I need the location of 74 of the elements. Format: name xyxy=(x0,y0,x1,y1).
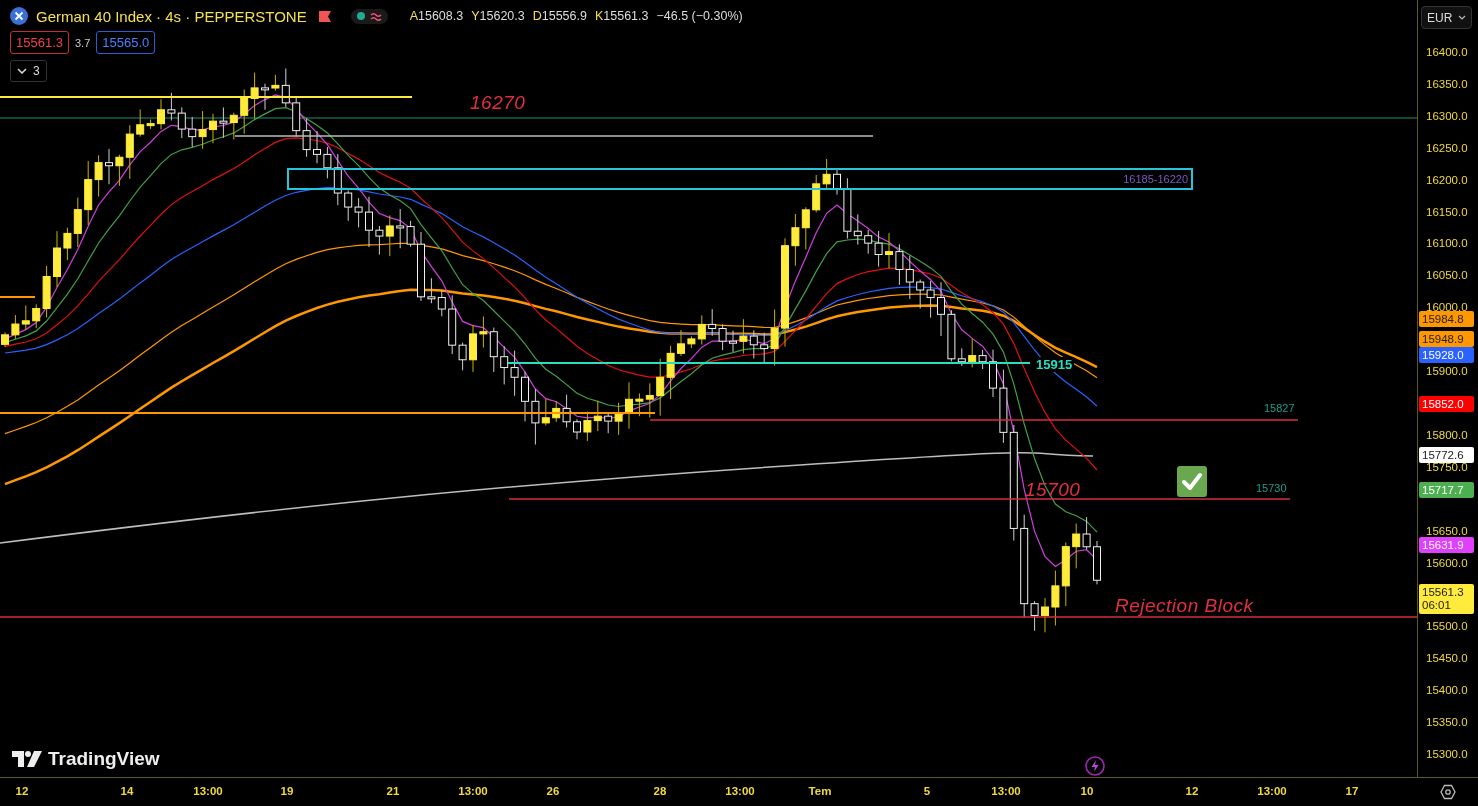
circle-x-icon[interactable] xyxy=(10,7,28,25)
time-label: 14 xyxy=(120,785,134,797)
price-label: 15350.0 xyxy=(1426,716,1468,729)
annotation-text: 16270 xyxy=(470,92,526,114)
price-label: 16100.0 xyxy=(1426,237,1468,250)
sell-button[interactable]: 15561.3 xyxy=(10,31,69,54)
symbol-title[interactable]: German 40 Index · 4s · PEPPERSTONE xyxy=(36,7,307,25)
time-label: 21 xyxy=(386,785,400,797)
time-label: 19 xyxy=(280,785,294,797)
time-label: 12 xyxy=(1185,785,1199,797)
ohlc-value: D15556.9 xyxy=(532,9,587,23)
horizontal-line xyxy=(0,296,36,298)
ohlc-value: Y15620.3 xyxy=(471,9,525,23)
dot-icon xyxy=(356,12,365,20)
price-badge: 15561.3 06:01 xyxy=(1419,584,1474,614)
level-note: 15730 xyxy=(1256,482,1287,494)
annotation-text: 15700 xyxy=(1025,479,1081,501)
time-label: Tem xyxy=(808,785,832,797)
zone-label: 16185-16220 xyxy=(1123,173,1189,185)
lightning-icon[interactable] xyxy=(1085,756,1105,776)
time-label: 17 xyxy=(1345,785,1359,797)
price-badge: 15717.7 xyxy=(1419,482,1474,498)
flag-icon[interactable] xyxy=(318,10,331,22)
brand-name: TradingView xyxy=(48,748,160,770)
price-change: −46.5 (−0.30%) xyxy=(656,9,743,23)
ohlc-value: K15561.3 xyxy=(594,9,649,23)
time-label: 5 xyxy=(923,785,931,797)
price-label: 16350.0 xyxy=(1426,77,1468,90)
settings-icon[interactable] xyxy=(1440,784,1456,800)
price-label: 15500.0 xyxy=(1426,620,1468,633)
wave-icon xyxy=(369,11,382,21)
level-label: 15915 xyxy=(1034,357,1075,372)
price-label: 16300.0 xyxy=(1426,109,1468,122)
spread-value: 3.7 xyxy=(75,36,91,49)
price-badge: 15772.6 xyxy=(1419,447,1474,463)
price-badge: 15928.0 xyxy=(1419,347,1474,363)
price-label: 15300.0 xyxy=(1426,748,1468,760)
price-badge: 15948.9 xyxy=(1419,331,1474,347)
price-label: 16050.0 xyxy=(1426,269,1468,282)
time-label: 13:00 xyxy=(193,785,223,797)
price-label: 16150.0 xyxy=(1426,205,1468,218)
currency-dropdown[interactable]: EUR xyxy=(1421,6,1472,29)
time-label: 12 xyxy=(15,785,29,797)
price-label: 15450.0 xyxy=(1426,652,1468,665)
time-label: 10 xyxy=(1080,785,1094,797)
price-label: 15800.0 xyxy=(1426,428,1468,441)
price-label: 16400.0 xyxy=(1426,46,1468,58)
price-label: 15400.0 xyxy=(1426,684,1468,697)
price-badge: 15631.9 xyxy=(1419,537,1474,553)
caret-icon xyxy=(17,68,27,74)
price-label: 16200.0 xyxy=(1426,173,1468,186)
price-label: 15600.0 xyxy=(1426,556,1468,569)
price-label: 16000.0 xyxy=(1426,301,1468,314)
buy-button[interactable]: 15565.0 xyxy=(96,31,156,54)
time-label: 13:00 xyxy=(1257,785,1287,797)
time-label: 13:00 xyxy=(725,785,755,797)
price-label: 15650.0 xyxy=(1426,524,1468,537)
time-label: 28 xyxy=(653,785,667,797)
price-badge: 15984.8 xyxy=(1419,311,1474,327)
caret-icon xyxy=(1458,15,1466,20)
tv-logo-icon xyxy=(12,751,42,767)
status-pill[interactable] xyxy=(350,8,388,24)
price-badge: 15852.0 xyxy=(1419,396,1474,412)
time-label: 13:00 xyxy=(458,785,488,797)
price-label: 15900.0 xyxy=(1426,365,1468,378)
level-note: 15827 xyxy=(1264,402,1295,414)
price-label: 16250.0 xyxy=(1426,141,1468,154)
time-label: 13:00 xyxy=(991,785,1021,797)
checkmark-icon xyxy=(1177,466,1207,497)
indicators-toggle[interactable]: 3 xyxy=(10,60,47,82)
ohlc-value: A15608.3 xyxy=(409,9,464,23)
time-label: 26 xyxy=(546,785,560,797)
annotation-text: Rejection Block xyxy=(1115,595,1254,617)
price-label: 15750.0 xyxy=(1426,460,1468,473)
